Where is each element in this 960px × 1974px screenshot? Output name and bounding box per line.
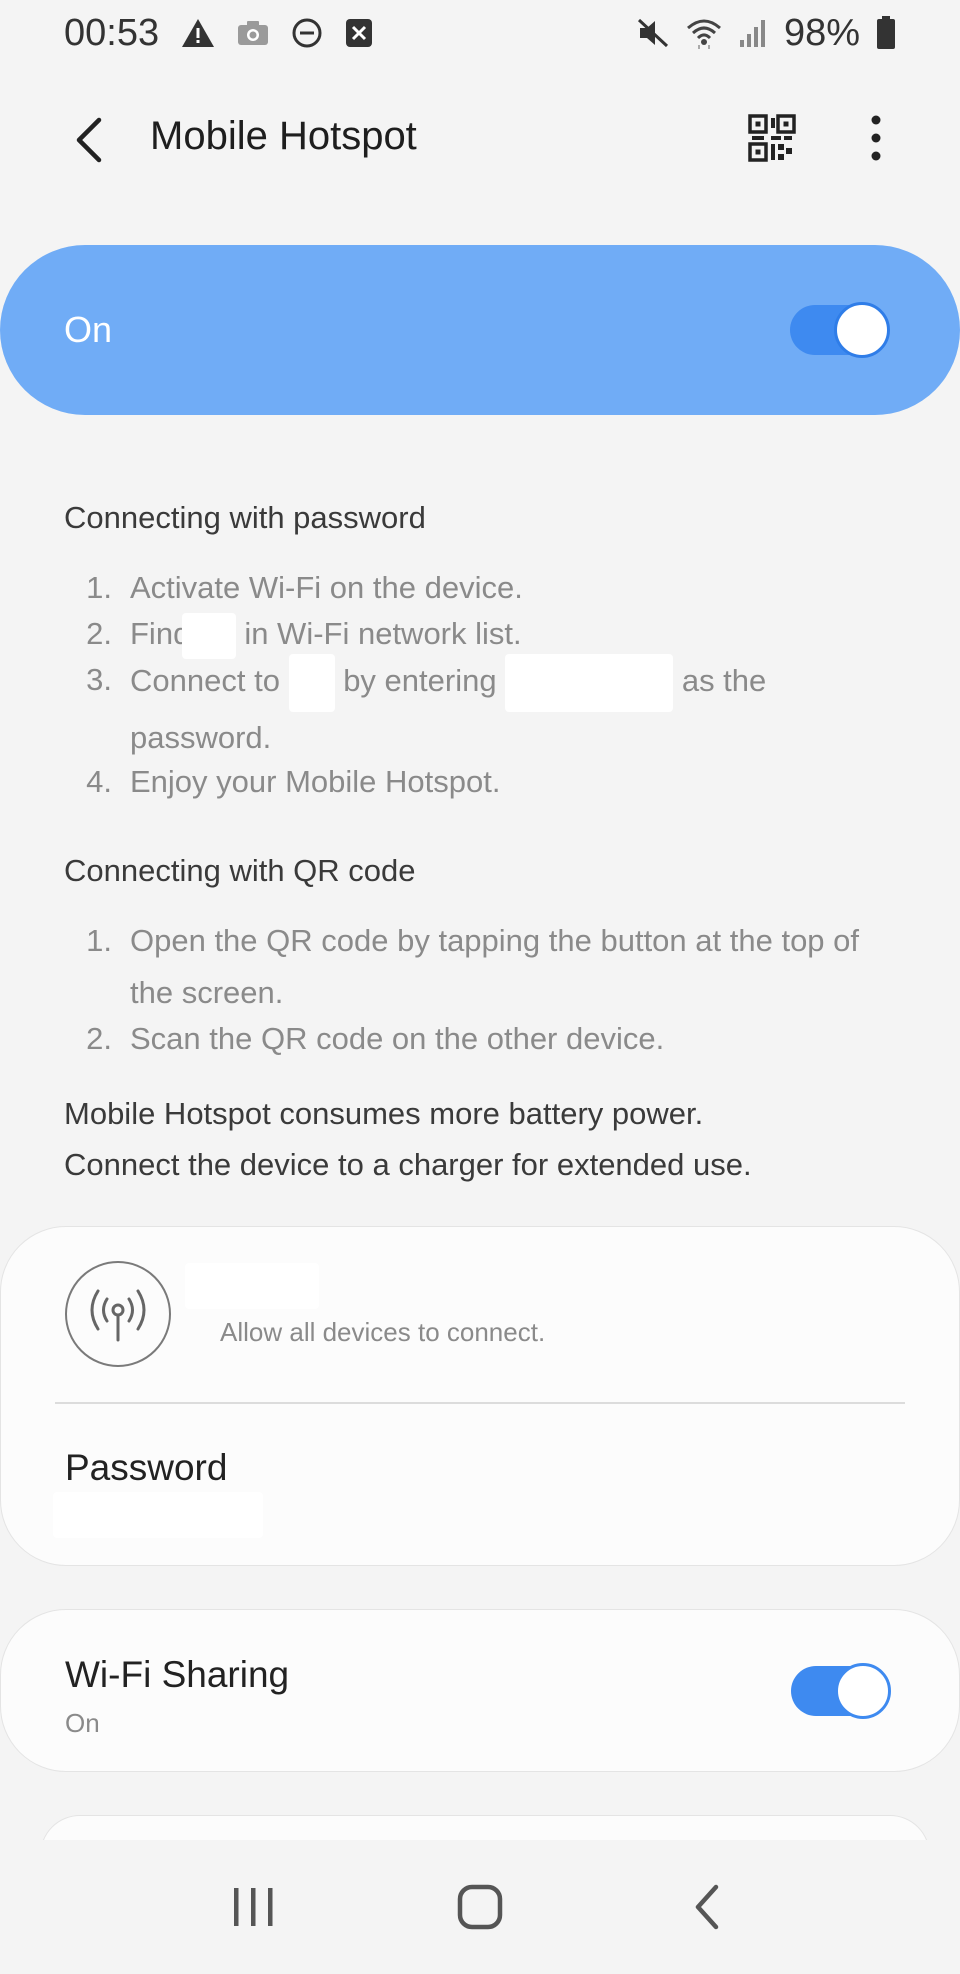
divider [55,1402,905,1404]
battery-icon [876,16,896,50]
back-icon [695,1884,718,1930]
more-options-button[interactable] [848,110,904,166]
list-item: 2. Find in Wi-Fi network list. [64,608,904,660]
status-bar: 00:53 98% [0,0,960,66]
password-value-redacted[interactable] [53,1492,263,1538]
redacted-ssid [288,654,335,712]
network-card: Allow all devices to connect. Password [0,1226,960,1566]
wifi-sharing-status: On [65,1708,100,1738]
toggle-knob [834,302,890,358]
toggle-knob [835,1663,891,1719]
navigation-bar [0,1840,960,1974]
wifi-sharing-toggle[interactable] [791,1663,891,1719]
warning-icon [181,18,215,48]
status-time: 00:53 [64,11,160,54]
close-box-icon [345,18,373,48]
password-section-title: Connecting with password [64,500,426,535]
more-vert-icon [871,115,881,161]
list-item: 3. Connect to by entering as the passwor… [64,654,904,764]
list-item: 1. Open the QR code by tapping the butto… [86,923,860,1010]
battery-percent: 98% [783,11,860,54]
recents-button[interactable] [213,1867,293,1947]
master-switch-bar[interactable]: On [0,245,960,415]
master-toggle[interactable] [790,302,890,358]
do-not-disturb-icon [291,17,323,49]
network-name-redacted[interactable] [185,1263,319,1309]
wifi-icon [686,17,722,49]
back-arrow-icon [76,117,102,163]
hotspot-antenna-icon [65,1261,171,1367]
battery-note: Mobile Hotspot consumes more battery pow… [64,1096,752,1182]
qr-instructions: Connecting with QR code 1. Open the QR c… [64,853,904,1065]
page-title: Mobile Hotspot [150,114,417,158]
home-button[interactable] [440,1867,520,1947]
app-bar: Mobile Hotspot [0,90,960,190]
list-item: 4. Enjoy your Mobile Hotspot. [86,764,501,799]
qr-section-title: Connecting with QR code [64,853,416,888]
camera-icon [237,20,269,46]
master-switch-label: On [64,309,113,350]
list-item: 1. Activate Wi-Fi on the device. [86,570,523,605]
qr-code-icon [748,114,796,162]
redacted-ssid [182,612,237,659]
network-subtitle: Allow all devices to connect. [220,1317,546,1347]
redacted-password [505,654,674,712]
back-button[interactable] [60,112,116,168]
list-item: 2. Scan the QR code on the other device. [86,1021,665,1056]
recents-icon [234,1888,273,1926]
home-icon [457,1884,503,1930]
password-instructions: Connecting with password 1. Activate Wi-… [64,500,904,808]
mute-icon [636,17,670,49]
qr-code-button[interactable] [744,110,800,166]
wifi-sharing-card[interactable]: Wi-Fi Sharing On [0,1609,960,1772]
signal-icon [738,18,768,48]
nav-back-button[interactable] [667,1867,747,1947]
password-label[interactable]: Password [65,1447,227,1489]
wifi-sharing-label: Wi-Fi Sharing [65,1654,290,1695]
